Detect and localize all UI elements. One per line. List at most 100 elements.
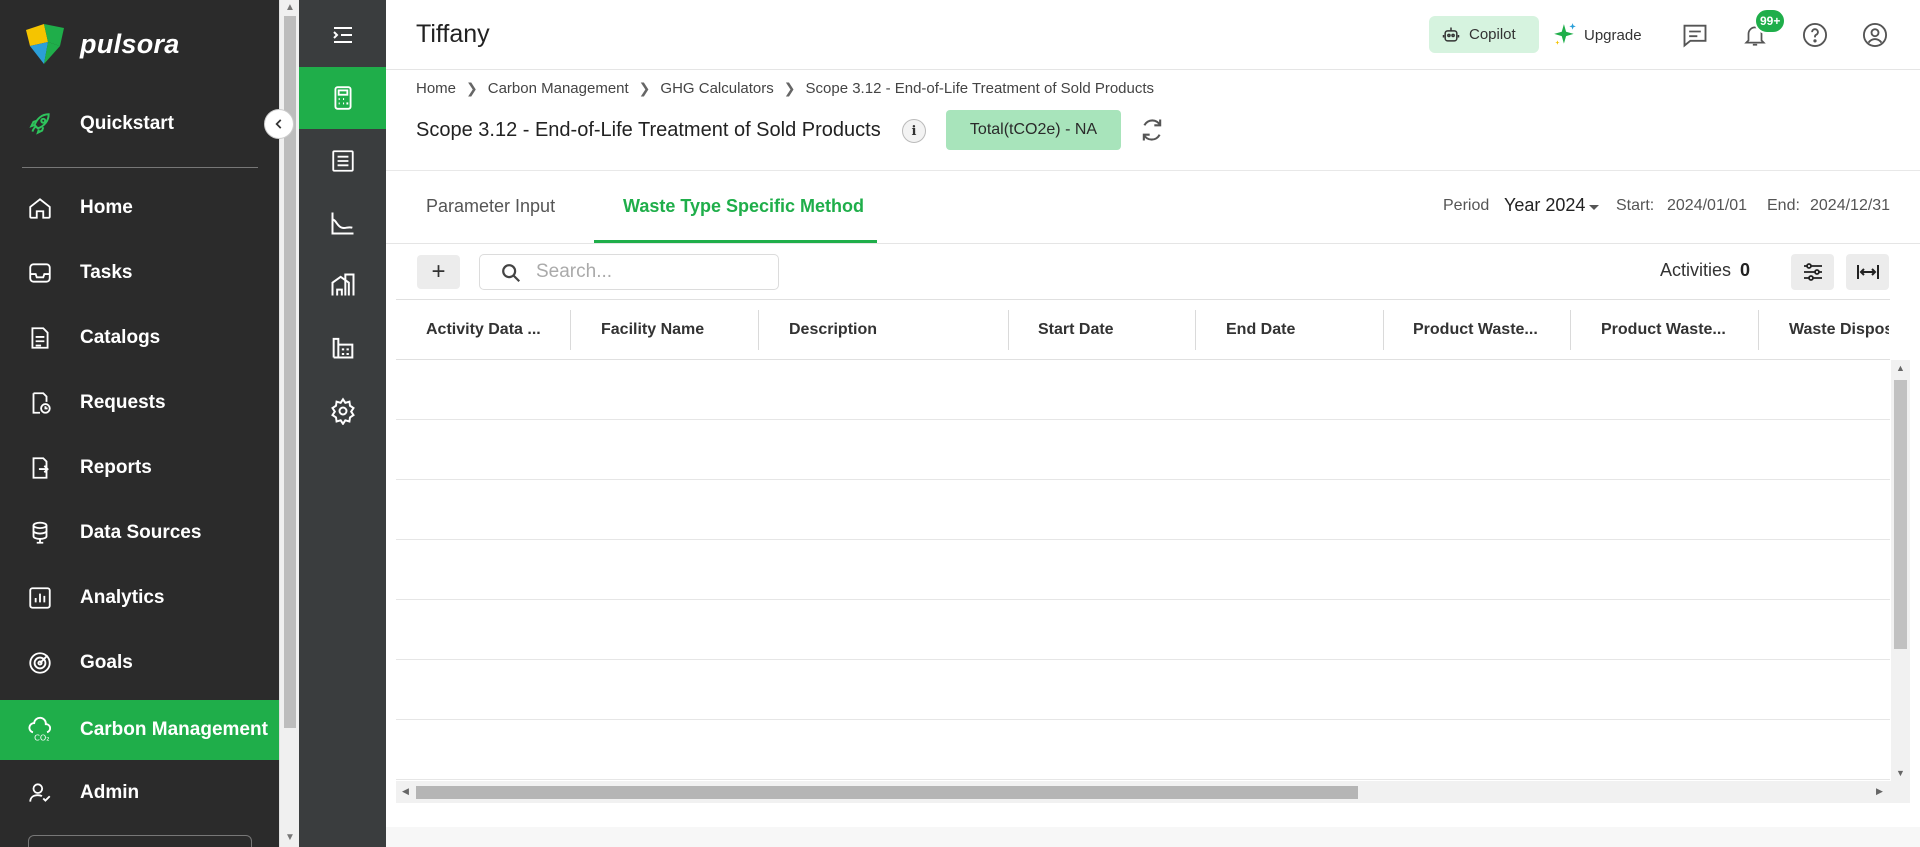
column-resizer[interactable] xyxy=(1008,310,1009,350)
refresh-button[interactable] xyxy=(1138,116,1166,144)
user-profile-button[interactable] xyxy=(1860,20,1890,50)
sidebar-item-label: Requests xyxy=(80,392,166,413)
refresh-icon xyxy=(1142,119,1162,141)
column-header-activity-data[interactable]: Activity Data ... xyxy=(426,300,556,360)
filter-settings-button[interactable] xyxy=(1791,254,1834,290)
sidebar-item-data-sources[interactable]: Data Sources xyxy=(0,505,279,561)
rail-item-trends[interactable] xyxy=(299,192,386,254)
chat-icon xyxy=(1683,24,1707,48)
copilot-robot-icon xyxy=(1442,27,1460,42)
tab-waste-type-specific-method[interactable]: Waste Type Specific Method xyxy=(623,196,864,217)
sidebar-item-home[interactable]: Home xyxy=(0,180,279,236)
horizontal-scroll-thumb[interactable] xyxy=(416,786,1358,799)
copilot-button[interactable]: Copilot xyxy=(1429,16,1539,53)
sidebar-item-label: Goals xyxy=(80,652,133,673)
column-resizer[interactable] xyxy=(1758,310,1759,350)
vertical-scroll-thumb[interactable] xyxy=(1894,380,1907,649)
table-vertical-scrollbar[interactable]: ▲ ▼ xyxy=(1891,360,1910,781)
column-header-end-date[interactable]: End Date xyxy=(1226,300,1376,360)
table-row xyxy=(396,480,1890,540)
admin-icon xyxy=(26,779,54,807)
end-label: End: xyxy=(1767,197,1800,214)
column-resizer[interactable] xyxy=(758,310,759,350)
sidebar-item-catalogs[interactable]: Catalogs xyxy=(0,310,279,366)
scroll-up-arrow-icon[interactable]: ▲ xyxy=(1896,363,1905,373)
upgrade-button[interactable]: Upgrade xyxy=(1552,18,1642,52)
scroll-up-arrow-icon[interactable]: ▲ xyxy=(285,2,295,13)
breadcrumb-ghg-calculators[interactable]: GHG Calculators xyxy=(660,80,773,97)
sidebar-bottom-widget[interactable] xyxy=(28,835,252,847)
rail-menu-toggle[interactable] xyxy=(299,4,386,66)
column-resizer[interactable] xyxy=(1195,310,1196,350)
sidebar-item-label: Admin xyxy=(80,782,140,803)
database-icon xyxy=(26,519,54,547)
buildings-icon xyxy=(331,273,354,296)
sidebar-item-requests[interactable]: Requests xyxy=(0,375,279,431)
column-header-description[interactable]: Description xyxy=(789,300,989,360)
table-row xyxy=(396,540,1890,600)
scroll-right-arrow-icon[interactable]: ▶ xyxy=(1876,786,1883,797)
column-resizer[interactable] xyxy=(1570,310,1571,350)
table-horizontal-scrollbar[interactable]: ◀ ▶ xyxy=(396,781,1910,803)
help-button[interactable] xyxy=(1800,20,1830,50)
secondary-rail xyxy=(299,0,386,847)
chevron-left-icon xyxy=(275,119,282,129)
sidebar-item-analytics[interactable]: Analytics xyxy=(0,570,279,626)
period-select[interactable]: Year 2024 xyxy=(1504,195,1585,216)
period-label: Period xyxy=(1443,197,1490,214)
logo[interactable]: pulsora xyxy=(22,20,180,68)
sidebar-item-quickstart[interactable]: Quickstart xyxy=(0,96,279,152)
info-icon[interactable]: i xyxy=(902,119,926,143)
sidebar-item-reports[interactable]: Reports xyxy=(0,440,279,496)
table-header: Activity Data ... Facility Name Descript… xyxy=(396,299,1890,360)
activities-label: Activities xyxy=(1660,260,1732,280)
rail-item-ledger[interactable] xyxy=(299,130,386,192)
sidebar-item-carbon-management[interactable]: CO₂ Carbon Management xyxy=(0,700,279,760)
svg-text:CO₂: CO₂ xyxy=(34,733,49,743)
rail-item-facilities[interactable] xyxy=(299,254,386,316)
column-resizer[interactable] xyxy=(1383,310,1384,350)
column-header-start-date[interactable]: Start Date xyxy=(1038,300,1188,360)
upgrade-label: Upgrade xyxy=(1584,26,1642,44)
column-header-product-waste-2[interactable]: Product Waste... xyxy=(1601,300,1761,360)
sidebar-item-label: Analytics xyxy=(80,587,165,608)
factory-icon xyxy=(332,337,353,359)
breadcrumb-carbon-management[interactable]: Carbon Management xyxy=(488,80,629,97)
tab-parameter-input[interactable]: Parameter Input xyxy=(426,196,555,217)
reports-icon xyxy=(26,454,54,482)
breadcrumb-home[interactable]: Home xyxy=(416,80,456,97)
add-activity-button[interactable]: + xyxy=(417,255,460,289)
scroll-left-arrow-icon[interactable]: ◀ xyxy=(402,786,409,797)
column-header-facility-name[interactable]: Facility Name xyxy=(601,300,761,360)
user-circle-icon xyxy=(1862,22,1888,48)
column-resizer[interactable] xyxy=(570,310,571,350)
table-row xyxy=(396,360,1890,420)
sidebar-item-goals[interactable]: Goals xyxy=(0,635,279,691)
sidebar-item-admin[interactable]: Admin xyxy=(0,765,279,821)
search-field[interactable] xyxy=(479,254,779,290)
scroll-down-arrow-icon[interactable]: ▼ xyxy=(1896,768,1905,778)
expand-horizontal-icon xyxy=(1856,265,1879,279)
sliders-icon xyxy=(1803,263,1822,281)
chevron-right-icon: ❯ xyxy=(638,80,651,96)
column-header-waste-disposal[interactable]: Waste Disposa... xyxy=(1789,300,1889,360)
rail-item-emission-sources[interactable] xyxy=(299,316,386,378)
messages-button[interactable] xyxy=(1680,20,1710,50)
rail-item-settings[interactable] xyxy=(299,380,386,442)
sidebar-item-tasks[interactable]: Tasks xyxy=(0,245,279,301)
rail-item-calculators[interactable] xyxy=(299,67,386,129)
copilot-label: Copilot xyxy=(1469,26,1516,43)
table-row xyxy=(396,720,1890,780)
help-circle-icon xyxy=(1802,22,1828,48)
end-date-value: 2024/12/31 xyxy=(1810,197,1891,214)
search-input[interactable] xyxy=(536,259,766,285)
sidebar-item-label: Quickstart xyxy=(80,113,174,134)
scroll-down-arrow-icon[interactable]: ▼ xyxy=(285,832,295,843)
caret-down-icon[interactable] xyxy=(1589,205,1599,210)
sidebar-item-label: Carbon Management xyxy=(80,719,268,740)
fit-columns-button[interactable] xyxy=(1846,254,1889,290)
column-header-product-waste-1[interactable]: Product Waste... xyxy=(1413,300,1573,360)
sidebar-collapse-button[interactable] xyxy=(264,109,294,139)
sidebar-item-label: Home xyxy=(80,197,133,218)
start-label: Start: xyxy=(1616,197,1655,214)
